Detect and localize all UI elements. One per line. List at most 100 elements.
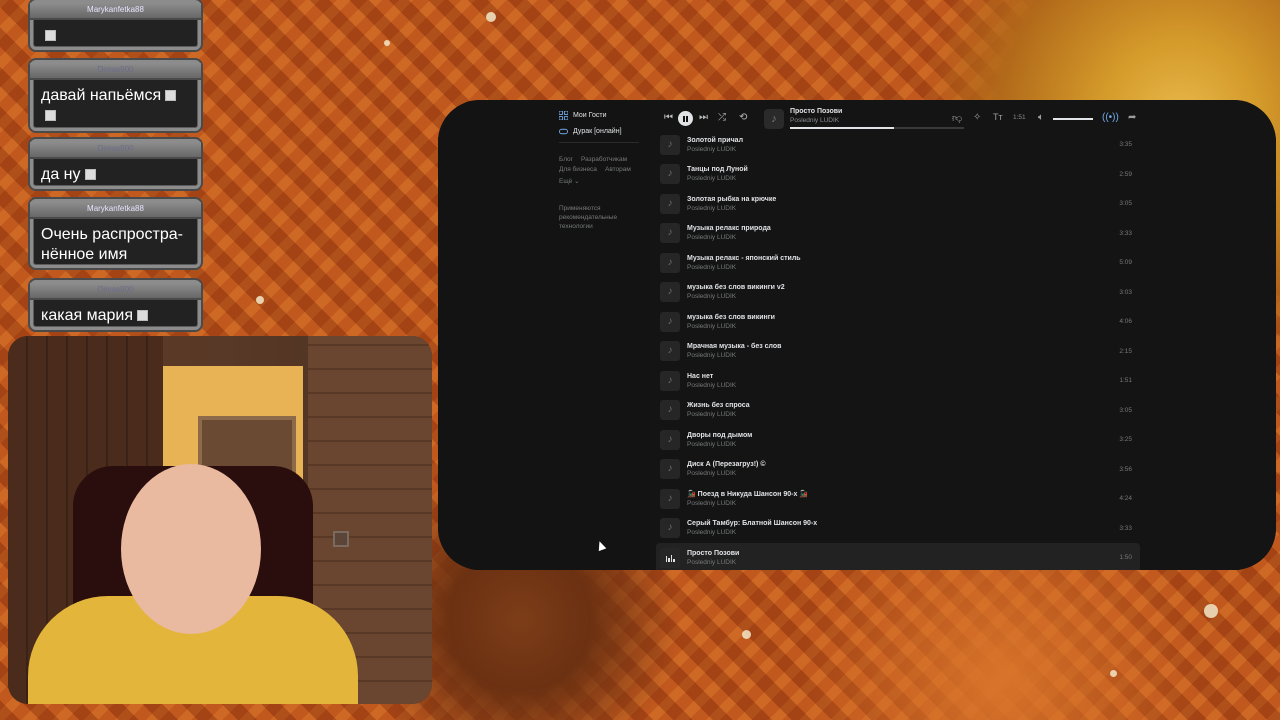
- track-row[interactable]: ♪ Диск А (Перезагруз!) © Posledniy LUDIK 3:…: [656, 455, 1140, 485]
- track-title[interactable]: Музыка релакс природа: [687, 224, 1119, 233]
- track-row[interactable]: ♪ 🚂 Поезд в Никуда Шансон 90-х 🚂 Posledniy…: [656, 484, 1140, 514]
- track-title[interactable]: Танцы под Луной: [687, 165, 1119, 174]
- track-row[interactable]: ♪ Мрачная музыка - без слов Posledniy LUDI…: [656, 337, 1140, 367]
- music-note-icon[interactable]: ♪: [660, 370, 680, 391]
- dislike-icon[interactable]: 👎︎: [952, 112, 962, 124]
- music-note-icon[interactable]: ♪: [660, 223, 680, 244]
- track-duration: 1:51: [1119, 377, 1132, 385]
- bg-dot: [384, 40, 390, 46]
- text-size-icon[interactable]: Tт: [993, 112, 1003, 122]
- track-artist[interactable]: Posledniy LUDIK: [687, 469, 1119, 478]
- footer-link-blog[interactable]: Блог: [559, 156, 573, 163]
- music-note-icon[interactable]: ♪: [660, 518, 680, 539]
- track-title[interactable]: Серый Тамбур: Блатной Шансон 90-х: [687, 519, 1119, 528]
- track-artist[interactable]: Posledniy LUDIK: [687, 410, 1119, 419]
- track-title[interactable]: 🚂 Поезд в Никуда Шансон 90-х 🚂: [687, 490, 1119, 499]
- track-title[interactable]: Нас нет: [687, 372, 1119, 381]
- footer-link-business[interactable]: Для бизнеса: [559, 166, 597, 173]
- gamepad-icon: [559, 128, 568, 135]
- music-note-icon[interactable]: ♪: [660, 193, 680, 214]
- share-icon[interactable]: ➦: [1128, 112, 1136, 123]
- music-note-icon[interactable]: ♪: [660, 429, 680, 450]
- chat-text: [33, 20, 198, 52]
- music-note-icon[interactable]: ♪: [660, 400, 680, 421]
- repeat-icon[interactable]: ⟲: [739, 112, 747, 123]
- track-duration: 3:33: [1119, 524, 1132, 532]
- music-note-icon[interactable]: ♪: [660, 252, 680, 273]
- track-artist[interactable]: Posledniy LUDIK: [687, 558, 1119, 567]
- track-row[interactable]: ♪ Золотой причал Posledniy LUDIK 3:35: [656, 130, 1140, 160]
- track-title[interactable]: Просто Позови: [687, 549, 1119, 558]
- music-note-icon[interactable]: ♪: [660, 134, 680, 155]
- broadcast-icon[interactable]: ((•)): [1102, 112, 1119, 123]
- volume-slider[interactable]: [1053, 118, 1093, 120]
- track-info: Серый Тамбур: Блатной Шансон 90-х Posledn…: [687, 519, 1119, 537]
- track-row[interactable]: ♪ Дворы под дымом Posledniy LUDIK 3:25: [656, 425, 1140, 455]
- now-playing-artist[interactable]: Posledniy LUDIK: [790, 117, 839, 124]
- track-artist[interactable]: Posledniy LUDIK: [687, 204, 1119, 213]
- track-row[interactable]: ♪ Серый Тамбур: Блатной Шансон 90-х Posled…: [656, 514, 1140, 544]
- sidebar-item-guests[interactable]: Мои Гости: [559, 111, 607, 120]
- chat-username: Dimas900: [30, 142, 201, 159]
- track-info: Дворы под дымом Posledniy LUDIK: [687, 431, 1119, 449]
- track-row[interactable]: ♪ Музыка релакс природа Posledniy LUDIK 3:3…: [656, 219, 1140, 249]
- track-title[interactable]: Золотая рыбка на крючке: [687, 195, 1119, 204]
- track-artist[interactable]: Posledniy LUDIK: [687, 174, 1119, 183]
- track-title[interactable]: музыка без слов викинги: [687, 313, 1119, 322]
- bg-dot: [1110, 670, 1117, 677]
- track-row[interactable]: ♪ музыка без слов викинги Posledniy LUDIK 4…: [656, 307, 1140, 337]
- track-row[interactable]: ♪ Танцы под Луной Posledniy LUDIK 2:59: [656, 160, 1140, 190]
- emote-icon: [137, 310, 149, 322]
- emote-icon: [45, 110, 56, 122]
- track-title[interactable]: музыка без слов викинги v2: [687, 283, 1119, 292]
- track-title[interactable]: Музыка релакс - японский стиль: [687, 254, 1119, 263]
- now-playing-title[interactable]: Просто Позови: [790, 108, 842, 115]
- track-artist[interactable]: Posledniy LUDIK: [687, 440, 1119, 449]
- track-title[interactable]: Жизнь без спроса: [687, 401, 1119, 410]
- track-artist[interactable]: Posledniy LUDIK: [687, 292, 1119, 301]
- chat-username: Marykanfetka88: [30, 3, 201, 20]
- track-artist[interactable]: Posledniy LUDIK: [687, 351, 1119, 360]
- music-note-icon[interactable]: ♪: [660, 488, 680, 509]
- track-row[interactable]: ♪ Музыка релакс - японский стиль Posledniy…: [656, 248, 1140, 278]
- grid-icon: [559, 111, 568, 120]
- track-row[interactable]: ♪ Нас нет Posledniy LUDIK 1:51: [656, 366, 1140, 396]
- prev-track-icon[interactable]: ⏮: [664, 112, 673, 123]
- music-note-icon[interactable]: ♪: [660, 282, 680, 303]
- track-artist[interactable]: Posledniy LUDIK: [687, 263, 1119, 272]
- sidebar-item-durak[interactable]: Дурак [онлайн]: [559, 127, 622, 136]
- track-row[interactable]: ♪ Золотая рыбка на крючке Posledniy LUDIK 3…: [656, 189, 1140, 219]
- track-title[interactable]: Дворы под дымом: [687, 431, 1119, 440]
- shuffle-icon[interactable]: ⤮: [718, 112, 726, 123]
- track-duration: 3:56: [1119, 465, 1132, 473]
- footer-link-developers[interactable]: Разработчикам: [581, 156, 627, 163]
- track-title[interactable]: Диск А (Перезагруз!) ©: [687, 460, 1119, 469]
- track-artist[interactable]: Posledniy LUDIK: [687, 322, 1119, 331]
- sparkle-icon[interactable]: ✧: [973, 112, 981, 123]
- track-artist[interactable]: Posledniy LUDIK: [687, 145, 1119, 154]
- track-artist[interactable]: Posledniy LUDIK: [687, 499, 1119, 508]
- music-note-icon[interactable]: ♪: [660, 164, 680, 185]
- music-note-icon[interactable]: ♪: [660, 311, 680, 332]
- track-artist[interactable]: Posledniy LUDIK: [687, 381, 1119, 390]
- footer-link-authors[interactable]: Авторам: [605, 166, 631, 173]
- music-note-icon[interactable]: ♪: [660, 459, 680, 480]
- next-track-icon[interactable]: ⏭: [699, 112, 708, 123]
- pause-button[interactable]: [678, 111, 693, 126]
- music-note-icon[interactable]: ♪: [660, 341, 680, 362]
- track-artist[interactable]: Posledniy LUDIK: [687, 233, 1119, 242]
- progress-bar[interactable]: [790, 127, 964, 129]
- footer-link-more[interactable]: Ещё ⌄: [559, 177, 580, 185]
- emote-icon: [84, 169, 96, 181]
- track-duration: 2:59: [1119, 170, 1132, 178]
- track-row[interactable]: ♪ Жизнь без спроса Posledniy LUDIK 3:05: [656, 396, 1140, 426]
- track-info: Нас нет Posledniy LUDIK: [687, 372, 1119, 390]
- equalizer-icon[interactable]: [660, 547, 680, 568]
- track-title[interactable]: Золотой причал: [687, 136, 1119, 145]
- main-content: ⏮ ⏭ ⤮ ⟲ ♪ Просто Позови Posledniy LUDIK …: [650, 100, 1276, 570]
- track-artist[interactable]: Posledniy LUDIK: [687, 528, 1119, 537]
- track-row[interactable]: Просто Позови Posledniy LUDIK 1:50: [656, 543, 1140, 570]
- volume-icon[interactable]: 🔈︎: [1038, 112, 1044, 123]
- track-title[interactable]: Мрачная музыка - без слов: [687, 342, 1119, 351]
- track-row[interactable]: ♪ музыка без слов викинги v2 Posledniy LUD…: [656, 278, 1140, 308]
